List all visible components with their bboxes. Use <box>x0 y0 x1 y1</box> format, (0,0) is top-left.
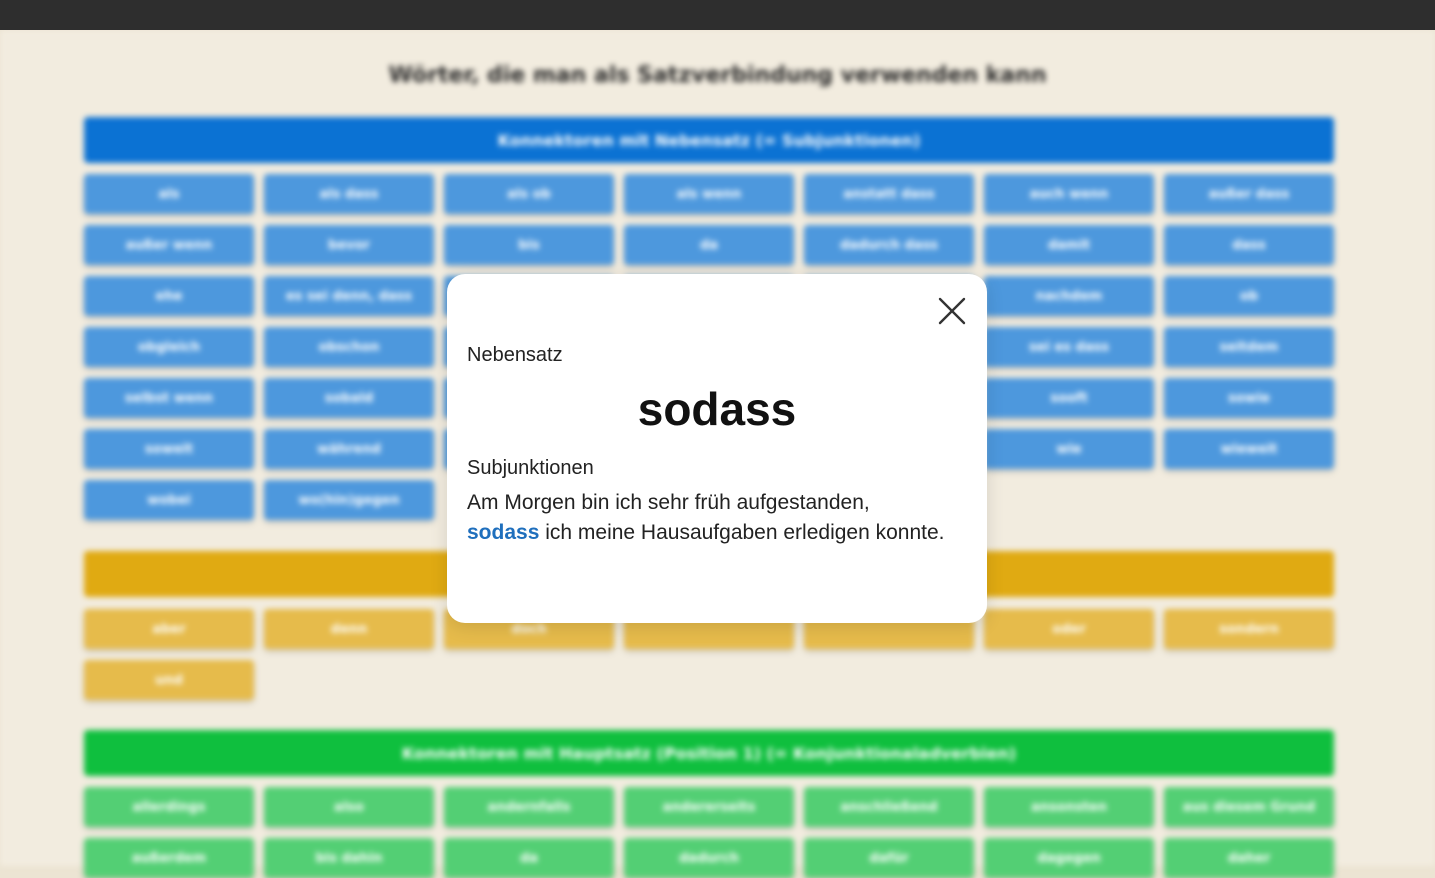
word-chip[interactable]: seitdem <box>1164 327 1334 367</box>
word-chip[interactable]: andernfalls <box>444 787 614 827</box>
word-title: sodass <box>637 383 797 435</box>
example-after: ich meine Hausaufgaben erledigen konnte. <box>545 521 945 544</box>
word-chip[interactable]: außerdem <box>84 838 254 878</box>
word-chip[interactable]: als ob <box>444 174 614 214</box>
word-chip[interactable]: es sei denn, dass <box>264 276 434 316</box>
word-chip[interactable]: bevor <box>264 225 434 265</box>
word-chip[interactable]: selbst wenn <box>84 378 254 418</box>
word-chip[interactable]: sei es dass <box>984 327 1154 367</box>
word-chip[interactable]: auch wenn <box>984 174 1154 214</box>
word-detail-modal: Nebensatz sodass Subjunktionen Am Morgen… <box>447 274 987 623</box>
section-header-konjunktionaladverbien: Konnektoren mit Hauptsatz (Position 1) (… <box>84 730 1334 776</box>
word-chip[interactable]: bis dahin <box>264 838 434 878</box>
word-chip[interactable]: andererseits <box>624 787 794 827</box>
word-type-label: Nebensatz <box>467 344 563 366</box>
example-sentence: Am Morgen bin ich sehr früh aufgestanden… <box>467 488 947 548</box>
word-chip[interactable]: oder <box>984 609 1154 649</box>
word-chip[interactable]: und <box>84 660 254 700</box>
word-chip[interactable]: als <box>84 174 254 214</box>
section-header-subjunktionen: Konnektoren mit Nebensatz (= Subjunktion… <box>84 117 1334 163</box>
word-chip[interactable]: da <box>444 838 614 878</box>
word-chip[interactable]: sobald <box>264 378 434 418</box>
word-chip[interactable]: außer wenn <box>84 225 254 265</box>
word-chip[interactable]: dagegen <box>984 838 1154 878</box>
word-chip[interactable]: wobei <box>84 480 254 520</box>
word-chip[interactable]: sowie <box>1164 378 1334 418</box>
example-before: Am Morgen bin ich sehr früh aufgestanden… <box>467 491 870 514</box>
word-chip[interactable]: aber <box>84 609 254 649</box>
word-category: Subjunktionen <box>467 457 594 479</box>
word-chip[interactable]: während <box>264 429 434 469</box>
word-chip[interactable]: soweit <box>84 429 254 469</box>
word-chip[interactable]: damit <box>984 225 1154 265</box>
word-chip[interactable]: als dass <box>264 174 434 214</box>
word-chip[interactable]: wieweit <box>1164 429 1334 469</box>
word-chip[interactable]: denn <box>264 609 434 649</box>
word-chip[interactable]: wo(hin)gegen <box>264 480 434 520</box>
word-chip[interactable]: dass <box>1164 225 1334 265</box>
word-chip[interactable]: allerdings <box>84 787 254 827</box>
word-chip[interactable]: obgleich <box>84 327 254 367</box>
close-button[interactable] <box>935 294 969 328</box>
word-chip[interactable]: daher <box>1164 838 1334 878</box>
word-chip[interactable]: obschon <box>264 327 434 367</box>
example-highlight: sodass <box>467 521 540 544</box>
word-chip[interactable]: bis <box>444 225 614 265</box>
word-chip[interactable]: wie <box>984 429 1154 469</box>
word-chip[interactable]: anstatt dass <box>804 174 974 214</box>
top-bar <box>0 0 1435 30</box>
word-chip[interactable]: außer dass <box>1164 174 1334 214</box>
word-chip[interactable]: aus diesem Grund <box>1164 787 1334 827</box>
page-title: Wörter, die man als Satzverbindung verwe… <box>388 63 1047 88</box>
word-chip[interactable]: nachdem <box>984 276 1154 316</box>
word-grid-konjunktionaladverbien: allerdings also andernfalls andererseits ans… <box>84 787 1334 878</box>
word-chip[interactable]: dafür <box>804 838 974 878</box>
word-chip[interactable]: ob <box>1164 276 1334 316</box>
word-chip[interactable]: ehe <box>84 276 254 316</box>
word-chip[interactable]: ansonsten <box>984 787 1154 827</box>
word-chip[interactable]: dadurch <box>624 838 794 878</box>
word-chip[interactable]: also <box>264 787 434 827</box>
word-chip[interactable]: dadurch dass <box>804 225 974 265</box>
word-chip[interactable]: sooft <box>984 378 1154 418</box>
close-icon <box>938 297 966 325</box>
word-chip[interactable]: sondern <box>1164 609 1334 649</box>
word-chip[interactable]: anschließend <box>804 787 974 827</box>
word-chip[interactable]: da <box>624 225 794 265</box>
word-chip[interactable]: als wenn <box>624 174 794 214</box>
